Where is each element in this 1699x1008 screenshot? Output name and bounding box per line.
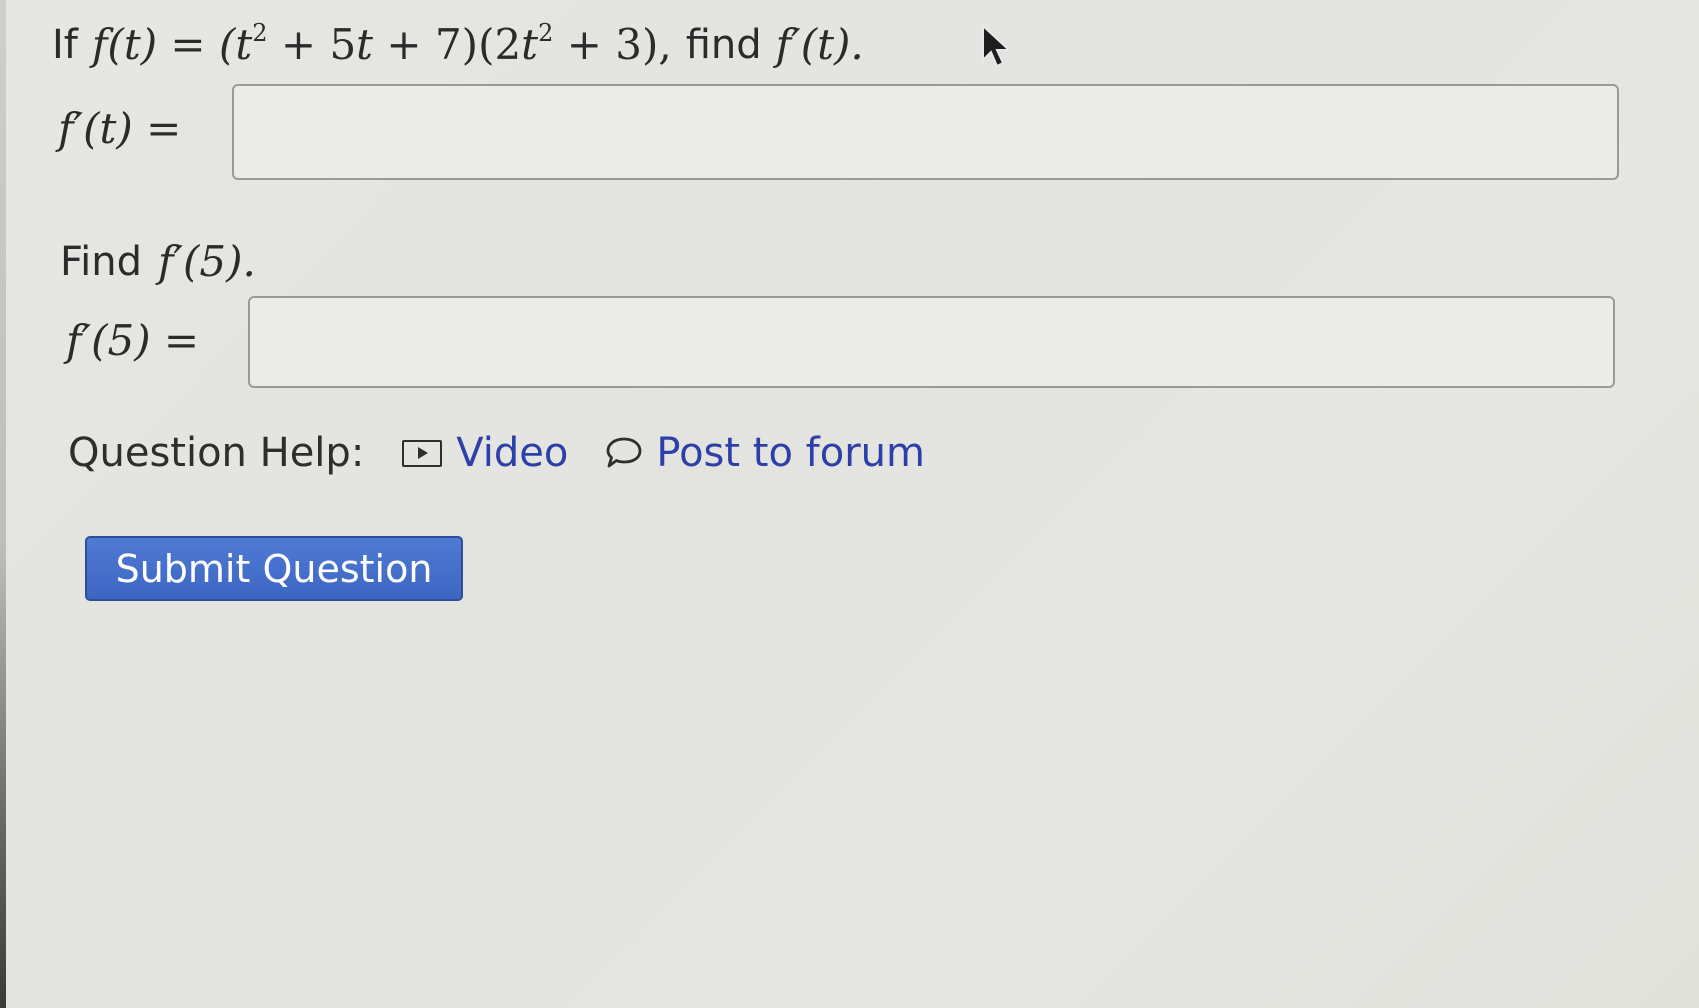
video-link[interactable]: Video <box>402 430 568 476</box>
answer1-label: f′(t) = <box>58 104 181 153</box>
submit-question-label: Submit Question <box>115 546 433 591</box>
answer2-label-text: f′(5) = <box>66 316 200 365</box>
submit-question-button[interactable]: Submit Question <box>85 536 463 601</box>
video-icon <box>402 439 443 467</box>
question-help-label: Question Help: <box>68 430 365 476</box>
answer1-input[interactable] <box>232 84 1619 180</box>
speech-bubble-icon <box>604 435 644 471</box>
part2-find-word: Find <box>60 238 142 285</box>
fn-term-3: + 3), <box>553 20 672 69</box>
prompt-prefix: If <box>52 21 78 68</box>
answer2-row: f′(5) = <box>66 316 199 365</box>
prompt-find-word: find <box>685 21 762 68</box>
fn-exponent-1: 2 <box>252 19 268 47</box>
fn-term-1: + 5 <box>267 20 357 69</box>
function-definition: f(t) = (t2 + 5t + 7)(2t2 + 3), <box>92 20 672 69</box>
video-link-label: Video <box>456 430 569 476</box>
question-help: Question Help: Video Post to forum <box>68 430 925 476</box>
answer2-input[interactable] <box>248 296 1615 388</box>
fn-term-2: + 7)(2 <box>373 20 522 69</box>
fn-t-var-3: t <box>521 20 539 69</box>
answer1-label-text: f′(t) = <box>58 104 182 153</box>
answer2-label: f′(5) = <box>66 316 199 365</box>
prompt-target-expr: f′(t). <box>775 20 864 69</box>
fn-t-var: t <box>235 20 253 69</box>
fn-t-var-2: t <box>356 20 374 69</box>
fn-f-t: f(t) = ( <box>91 20 236 69</box>
part2-target-expr: f′(5). <box>157 237 256 286</box>
question-part2-prompt: Find f′(5). <box>60 237 256 286</box>
fn-exponent-2: 2 <box>538 19 554 47</box>
post-to-forum-label: Post to forum <box>656 430 925 476</box>
post-to-forum-link[interactable]: Post to forum <box>604 430 925 476</box>
answer1-row: f′(t) = <box>58 104 181 153</box>
prompt-target: f′(t). <box>776 20 864 69</box>
screen-bezel-edge <box>0 0 6 1008</box>
mouse-pointer-icon <box>980 23 1014 76</box>
part2-target: f′(5). <box>158 237 256 286</box>
question-prompt: If f(t) = (t2 + 5t + 7)(2t2 + 3), find f… <box>52 20 864 69</box>
